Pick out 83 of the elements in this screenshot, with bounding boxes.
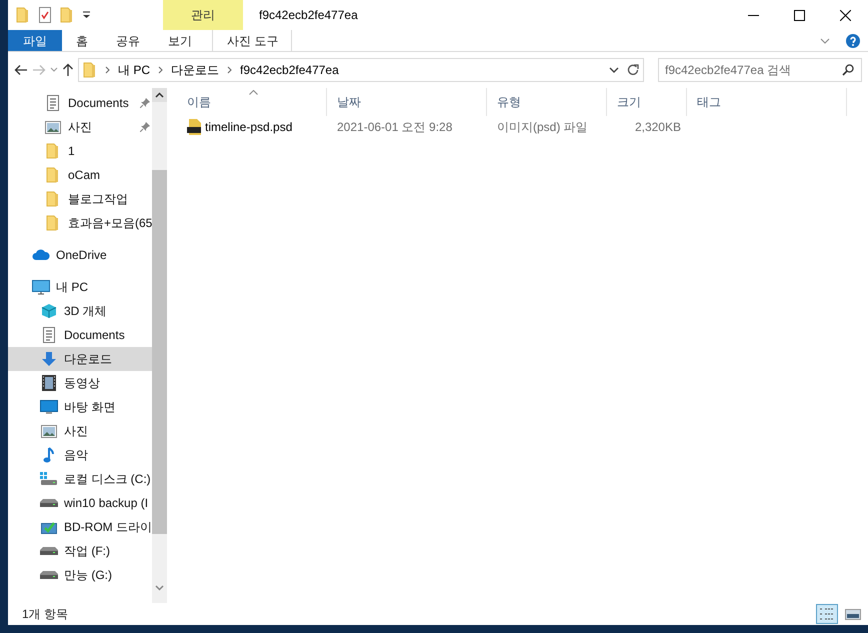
contextual-tab-label: 관리 [163, 0, 243, 30]
ribbon-tab[interactable]: 사진 도구 [212, 30, 292, 51]
close-icon [840, 10, 850, 20]
drive-icon [40, 472, 58, 486]
computer-icon [32, 280, 50, 294]
window-title: f9c42ecb2fe477ea [259, 7, 358, 24]
cube-icon [41, 303, 57, 319]
column-header[interactable]: 태그 [687, 88, 847, 116]
search-icon[interactable] [842, 64, 854, 76]
chevron-down-icon[interactable] [609, 67, 619, 73]
nav-item[interactable]: 내 PC [8, 275, 152, 299]
folder-icon [46, 167, 60, 183]
folder-icon [46, 143, 60, 159]
details-view-icon[interactable] [816, 604, 838, 624]
folder-icon [46, 191, 60, 207]
minimize-icon [748, 14, 758, 16]
nav-item[interactable]: 사진 [8, 419, 152, 443]
nav-item[interactable]: 사진 [8, 115, 152, 139]
breadcrumb-item[interactable]: f9c42ecb2fe477ea [240, 61, 339, 79]
folder-icon [83, 62, 97, 78]
scrollbar-thumb[interactable] [152, 170, 168, 534]
address-bar[interactable]: 내 PC 다운로드 f9c42ecb2fe477ea [78, 58, 644, 82]
search-field[interactable]: f9c42ecb2fe477ea 검색 [658, 58, 862, 82]
file-type: 이미지(psd) 파일 [496, 119, 589, 136]
scrollbar[interactable] [152, 88, 168, 603]
nav-item[interactable]: BD-ROM 드라이 [8, 515, 152, 539]
maximize-icon [794, 10, 804, 20]
ribbon-tab[interactable]: 공유 [102, 30, 154, 51]
nav-item[interactable]: 바탕 화면 [8, 395, 152, 419]
file-size: 2,320KB [634, 119, 682, 136]
nav-item[interactable]: 3D 개체 [8, 299, 152, 323]
nav-item[interactable]: 효과음+모음(65 [8, 211, 152, 235]
breadcrumb-item[interactable]: 내 PC [118, 61, 150, 79]
file-date: 2021-06-01 오전 9:28 [336, 119, 454, 136]
ribbon-tab[interactable]: 홈 [62, 30, 102, 51]
ribbon-tab[interactable]: 보기 [154, 30, 206, 51]
nav-item[interactable]: 블로그작업 [8, 187, 152, 211]
up-arrow-icon[interactable] [62, 63, 74, 77]
drive-icon [40, 499, 58, 507]
column-header[interactable]: 크기 [607, 88, 687, 116]
document-icon [46, 95, 60, 111]
disc-drive-icon [41, 520, 57, 534]
dropdown-icon[interactable] [82, 11, 91, 19]
document-icon [42, 327, 56, 343]
nav-item[interactable]: 로컬 디스크 (C:) [8, 467, 152, 491]
chevron-right-icon [227, 66, 232, 74]
music-note-icon [43, 447, 55, 463]
column-header[interactable]: 이름 [177, 88, 327, 116]
picture-icon [41, 424, 57, 438]
nav-item[interactable]: Documents [8, 91, 152, 115]
column-header[interactable]: 유형 [487, 88, 607, 116]
nav-item[interactable]: OneDrive [8, 243, 152, 267]
nav-item[interactable]: 동영상 [8, 371, 152, 395]
drive-icon [40, 571, 58, 579]
folder-icon [16, 7, 30, 23]
status-text: 1개 항목 [22, 606, 68, 623]
nav-item[interactable]: 작업 (F:) [8, 539, 152, 563]
drive-icon [40, 547, 58, 555]
column-header[interactable]: 날짜 [327, 88, 487, 116]
chevron-right-icon [105, 66, 110, 74]
checklist-icon[interactable] [38, 7, 52, 23]
ribbon-tab[interactable]: 파일 [8, 30, 62, 51]
film-icon [42, 375, 56, 391]
refresh-icon[interactable] [627, 64, 639, 76]
download-arrow-icon [41, 351, 57, 367]
file-name[interactable]: timeline-psd.psd [205, 118, 292, 136]
nav-item[interactable]: 음악 [8, 443, 152, 467]
nav-item[interactable]: Documents [8, 323, 152, 347]
help-icon[interactable] [846, 34, 860, 48]
scroll-up-icon[interactable] [152, 88, 168, 102]
breadcrumb-item[interactable]: 다운로드 [171, 61, 220, 79]
picture-icon [45, 120, 61, 134]
back-arrow-icon[interactable] [14, 64, 28, 76]
nav-item[interactable]: oCam [8, 163, 152, 187]
nav-item[interactable]: 1 [8, 139, 152, 163]
nav-item[interactable]: 다운로드 [8, 347, 152, 371]
psd-file-icon [187, 119, 201, 135]
nav-item[interactable]: win10 backup (I [8, 491, 152, 515]
folder-icon [46, 215, 60, 231]
chevron-right-icon [158, 66, 164, 74]
cloud-icon [32, 249, 50, 261]
nav-item[interactable]: 만능 (G:) [8, 563, 152, 587]
monitor-icon [40, 400, 58, 414]
